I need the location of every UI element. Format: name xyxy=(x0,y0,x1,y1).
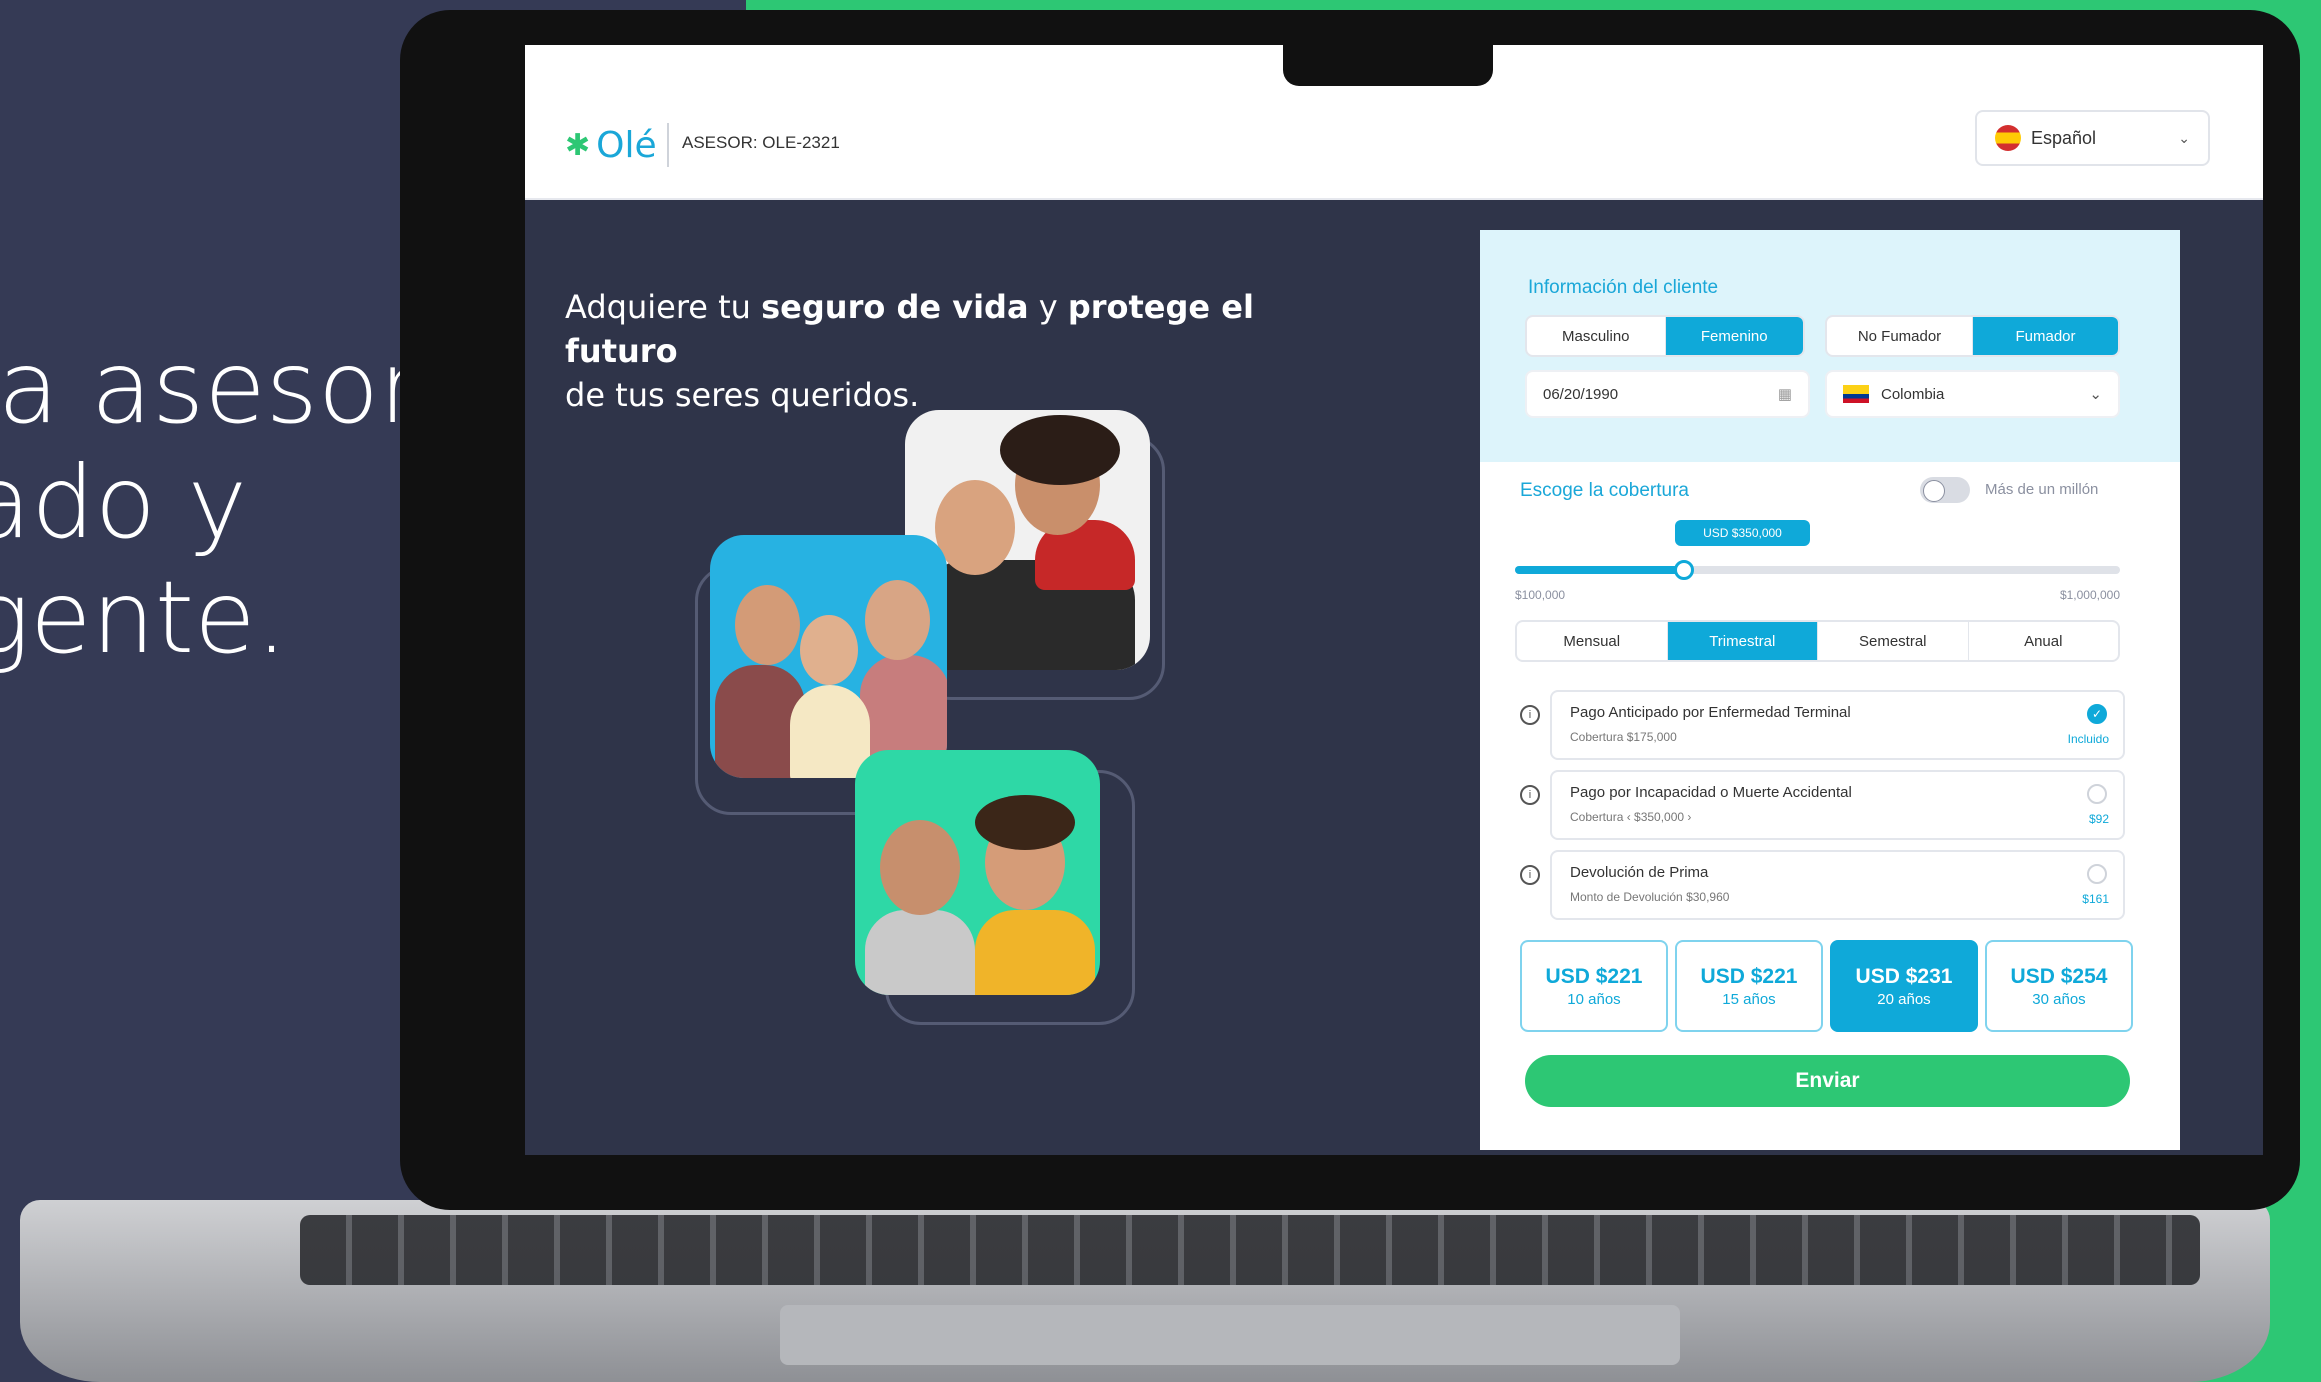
language-select[interactable]: Español ⌄ xyxy=(1975,110,2210,166)
logo-text: Olé xyxy=(596,125,657,166)
frequency-trimestral[interactable]: Trimestral xyxy=(1667,622,1818,660)
coverage-option-title: Devolución de Prima xyxy=(1570,864,1709,881)
frequency-mensual[interactable]: Mensual xyxy=(1517,622,1668,660)
smoker-option-no[interactable]: No Fumador xyxy=(1827,317,1973,355)
country-value: Colombia xyxy=(1881,385,1945,403)
tagline-line: la asesor xyxy=(0,329,421,446)
quote-form: Información del cliente Masculino Femeni… xyxy=(1480,230,2180,1150)
tagline: la asesor ado y gente. xyxy=(0,330,420,675)
plan-card-20[interactable]: USD $231 20 años xyxy=(1830,940,1978,1032)
country-select[interactable]: Colombia ⌄ xyxy=(1825,370,2120,418)
colombia-flag-icon xyxy=(1843,385,1869,403)
coverage-option[interactable]: Pago Anticipado por Enfermedad Terminal … xyxy=(1550,690,2125,760)
million-toggle[interactable] xyxy=(1920,477,1970,503)
asesor-id: ASESOR: OLE-2321 xyxy=(682,133,840,152)
coverage-option-price: $92 xyxy=(2088,812,2109,826)
hero-text: Adquiere tu seguro de vida y protege el … xyxy=(565,285,1365,417)
family-photo xyxy=(710,535,947,778)
hero-text-bold: seguro de vida xyxy=(761,288,1029,326)
slider-handle[interactable] xyxy=(1674,560,1695,580)
gender-option-masculino[interactable]: Masculino xyxy=(1527,317,1666,355)
star-icon: ✱ xyxy=(565,128,591,163)
coverage-title: Escoge la cobertura xyxy=(1520,480,1689,501)
coverage-slider[interactable] xyxy=(1515,560,2120,580)
info-icon[interactable]: i xyxy=(1520,865,1540,885)
smoker-option-yes[interactable]: Fumador xyxy=(1973,317,2118,355)
tagline-line: gente. xyxy=(0,559,288,676)
client-section-title: Información del cliente xyxy=(1528,277,1719,298)
coverage-option-title: Pago por Incapacidad o Muerte Accidental xyxy=(1570,784,1852,801)
million-toggle-label: Más de un millón xyxy=(1985,481,2099,498)
plan-years: 30 años xyxy=(2032,990,2086,1008)
birthdate-field[interactable]: 06/20/1990 ▦ xyxy=(1525,370,1810,418)
kids-photo xyxy=(855,750,1100,995)
slider-value-tooltip: USD $350,000 xyxy=(1675,520,1810,546)
slider-max-label: $1,000,000 xyxy=(2059,588,2120,602)
frequency-anual[interactable]: Anual xyxy=(1969,622,2119,660)
gender-toggle: Masculino Femenino xyxy=(1525,315,1805,357)
laptop-trackpad xyxy=(780,1305,1680,1365)
coverage-option[interactable]: Pago por Incapacidad o Muerte Accidental… xyxy=(1550,770,2125,840)
frequency-semestral[interactable]: Semestral xyxy=(1818,622,1969,660)
hero-text-part: de tus seres queridos. xyxy=(565,376,920,414)
coverage-option-price: Incluido xyxy=(2067,732,2109,746)
coverage-option-title: Pago Anticipado por Enfermedad Terminal xyxy=(1570,704,1851,721)
plan-years: 10 años xyxy=(1567,990,1621,1008)
coverage-option[interactable]: Devolución de Prima Monto de Devolución … xyxy=(1550,850,2125,920)
plan-price: USD $221 xyxy=(1700,964,1798,988)
radio-icon[interactable] xyxy=(2087,784,2107,804)
header-divider xyxy=(667,123,669,167)
plan-price: USD $221 xyxy=(1545,964,1643,988)
info-icon[interactable]: i xyxy=(1520,705,1540,725)
coverage-option-price: $161 xyxy=(2082,892,2109,906)
radio-icon[interactable] xyxy=(2087,864,2107,884)
plan-years: 15 años xyxy=(1722,990,1776,1008)
smoker-toggle: No Fumador Fumador xyxy=(1825,315,2120,357)
camera-notch xyxy=(1283,40,1493,86)
plan-card-30[interactable]: USD $254 30 años xyxy=(1985,940,2133,1032)
spain-flag-icon xyxy=(1995,125,2021,151)
hero-text-part: y xyxy=(1028,288,1068,326)
logo[interactable]: ✱ Olé xyxy=(565,125,657,166)
client-section: Información del cliente Masculino Femeni… xyxy=(1480,230,2180,462)
coverage-option-sub: Cobertura $175,000 xyxy=(1570,730,1677,744)
slider-fill xyxy=(1515,566,1685,574)
check-icon[interactable]: ✓ xyxy=(2087,704,2107,724)
info-icon[interactable]: i xyxy=(1520,785,1540,805)
plan-card-15[interactable]: USD $221 15 años xyxy=(1675,940,1823,1032)
tagline-line: ado y xyxy=(0,444,247,561)
plan-card-10[interactable]: USD $221 10 años xyxy=(1520,940,1668,1032)
plan-price: USD $231 xyxy=(1855,964,1953,988)
birthdate-value: 06/20/1990 xyxy=(1543,385,1619,403)
chevron-down-icon: ⌄ xyxy=(2178,129,2190,146)
plan-price: USD $254 xyxy=(2010,964,2108,988)
frequency-tabs: Mensual Trimestral Semestral Anual xyxy=(1515,620,2120,662)
plan-years: 20 años xyxy=(1877,990,1931,1008)
language-label: Español xyxy=(2031,127,2097,148)
laptop-screen: ✱ Olé ASESOR: OLE-2321 Español ⌄ Adquiere… xyxy=(525,45,2263,1155)
chevron-down-icon: ⌄ xyxy=(2089,386,2102,403)
coverage-option-sub: Monto de Devolución $30,960 xyxy=(1570,890,1730,904)
submit-button[interactable]: Enviar xyxy=(1525,1055,2130,1107)
hero-text-part: Adquiere tu xyxy=(565,288,762,326)
gender-option-femenino[interactable]: Femenino xyxy=(1665,317,1803,355)
slider-min-label: $100,000 xyxy=(1515,588,1566,602)
coverage-option-sub: Cobertura ‹ $350,000 › xyxy=(1570,810,1692,824)
laptop-keyboard xyxy=(300,1215,2200,1285)
calendar-icon: ▦ xyxy=(1777,386,1792,403)
